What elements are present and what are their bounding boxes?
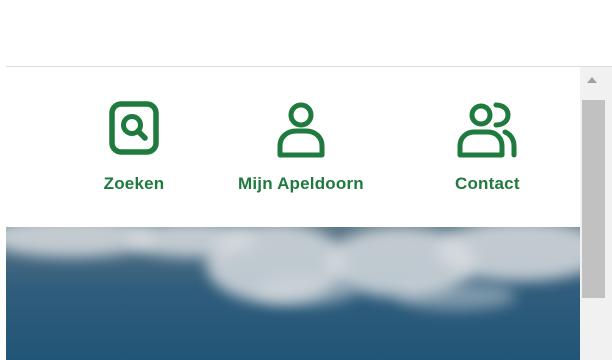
nav-contact-label: Contact xyxy=(455,174,520,193)
hero-sky-image xyxy=(6,227,580,360)
scroll-up-arrow-icon[interactable] xyxy=(587,77,597,83)
window-top-area xyxy=(0,0,612,66)
user-icon xyxy=(277,102,325,158)
nav-contact-button[interactable]: Contact xyxy=(455,97,520,194)
nav-search-button[interactable]: Zoeken xyxy=(102,97,166,194)
cloud xyxy=(396,282,516,310)
cloud xyxy=(256,275,356,305)
vertical-scrollbar[interactable] xyxy=(580,67,612,360)
page-viewport: Zoeken Mijn Apeldoorn Contact xyxy=(6,67,580,360)
users-icon xyxy=(457,102,517,158)
search-icon xyxy=(109,101,159,155)
nav-mijn-apeldoorn-button[interactable]: Mijn Apeldoorn xyxy=(238,97,364,194)
header-nav: Zoeken Mijn Apeldoorn Contact xyxy=(6,67,580,227)
nav-mijn-apeldoorn-label: Mijn Apeldoorn xyxy=(238,174,364,193)
nav-search-label: Zoeken xyxy=(103,174,165,193)
scrollbar-thumb[interactable] xyxy=(582,100,605,298)
